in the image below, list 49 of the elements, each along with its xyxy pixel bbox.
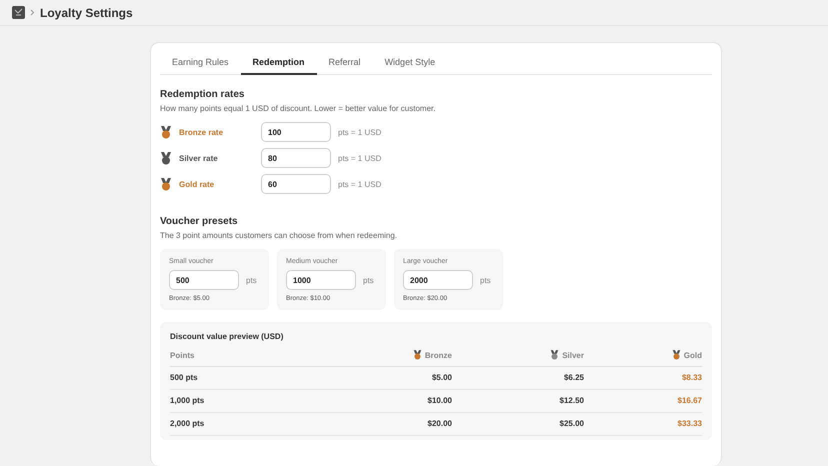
unit-label: pts	[246, 276, 257, 284]
rate-input[interactable]: 100	[261, 122, 331, 142]
rate-input[interactable]: 80	[261, 148, 331, 168]
column-header: Bronze	[424, 350, 452, 360]
tab[interactable]: Earning Rules	[160, 49, 241, 75]
unit-label: pts	[480, 276, 491, 284]
column-header: Points	[170, 350, 194, 360]
table-cell: 1,000 pts	[170, 390, 302, 413]
table-cell: $25.00	[452, 413, 584, 436]
column-header: Silver	[562, 350, 584, 360]
rate-label: Gold rate	[179, 180, 216, 188]
voucher-input[interactable]: 2000	[403, 270, 473, 290]
table-cell: $20.00	[302, 413, 452, 436]
column-header: Gold	[684, 350, 702, 360]
medal-icon	[550, 350, 560, 360]
tab[interactable]: Redemption	[240, 49, 317, 75]
preview-title: Discount value preview (USD)	[170, 332, 284, 341]
table-cell: 2,000 pts	[170, 413, 302, 436]
page-title: Loyalty Settings	[40, 6, 133, 20]
unit-label: pts = 1 USD	[338, 154, 382, 162]
medal-icon	[160, 152, 172, 164]
section-title: Voucher presets	[160, 216, 239, 227]
unit-label: pts	[363, 276, 374, 284]
table-cell: $6.25	[452, 367, 584, 390]
chevron-icon	[30, 9, 35, 16]
table-cell: $5.00	[302, 367, 452, 390]
table-cell: $33.33	[584, 413, 702, 436]
app-logo-icon	[12, 6, 25, 19]
rate-label: Silver rate	[179, 154, 219, 162]
table-cell: $12.50	[452, 390, 584, 413]
rate-label: Bronze rate	[179, 128, 224, 136]
voucher-input[interactable]: 1000	[286, 270, 356, 290]
rate-input[interactable]: 60	[261, 174, 331, 194]
section-description: The 3 point amounts customers can choose from when redeeming.	[160, 231, 398, 240]
table-cell: 500 pts	[170, 367, 302, 390]
medal-icon	[160, 178, 172, 190]
section-title: Redemption rates	[160, 89, 246, 100]
medal-icon	[160, 126, 172, 138]
table-cell: $10.00	[302, 390, 452, 413]
unit-label: pts = 1 USD	[338, 180, 382, 188]
section-description: How many points equal 1 USD of discount. Lower = better value for customer.	[160, 104, 436, 113]
table-cell: $8.33	[584, 367, 702, 390]
medal-icon	[672, 350, 681, 360]
table-cell: $16.67	[584, 390, 702, 413]
voucher-input[interactable]: 500	[169, 270, 239, 290]
unit-label: pts = 1 USD	[338, 128, 382, 136]
tab[interactable]: Widget Style	[372, 49, 448, 75]
medal-icon	[412, 350, 422, 360]
tab[interactable]: Referral	[316, 49, 373, 75]
